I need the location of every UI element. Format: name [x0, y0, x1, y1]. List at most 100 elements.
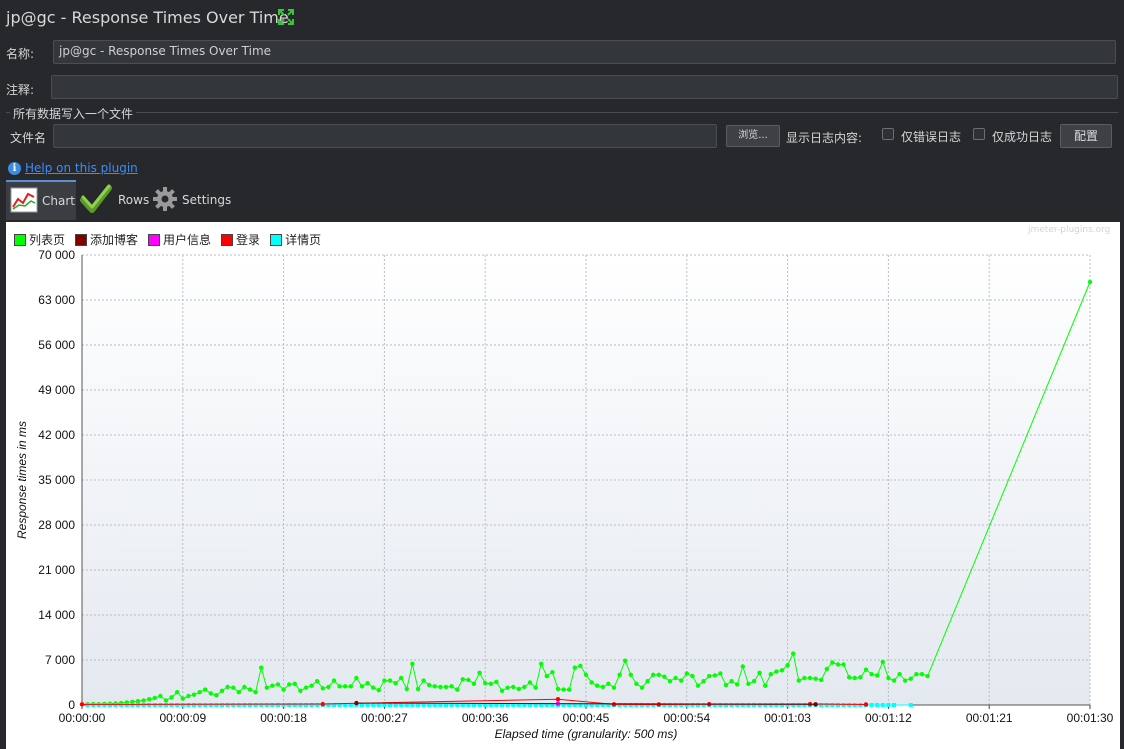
data-point	[248, 703, 252, 707]
data-point	[729, 679, 734, 684]
data-point	[387, 678, 393, 683]
data-point	[298, 688, 303, 694]
data-point	[724, 703, 728, 707]
data-point	[919, 671, 925, 677]
data-point	[494, 679, 499, 685]
data-point	[477, 670, 482, 676]
data-point	[203, 703, 208, 707]
data-point	[561, 687, 566, 692]
data-point	[869, 671, 874, 677]
data-point	[796, 678, 801, 683]
x-tick-label: 00:00:45	[563, 711, 610, 725]
data-point	[197, 703, 202, 707]
data-point	[460, 677, 465, 682]
data-point	[337, 684, 342, 689]
data-point	[539, 661, 544, 667]
data-point	[96, 703, 101, 707]
data-point	[656, 702, 661, 707]
data-point	[555, 686, 561, 692]
data-point	[807, 675, 813, 681]
data-point	[841, 703, 846, 707]
data-point	[740, 664, 745, 669]
data-point	[623, 658, 628, 663]
x-tick-label: 00:01:30	[1067, 711, 1114, 725]
data-point	[863, 667, 869, 672]
data-point	[533, 685, 538, 690]
data-point	[567, 687, 572, 692]
data-point	[287, 682, 292, 687]
data-point	[102, 703, 107, 707]
data-point	[779, 668, 785, 673]
data-point	[79, 702, 85, 707]
data-point	[791, 651, 796, 656]
data-point	[135, 698, 141, 704]
data-point	[880, 703, 885, 707]
data-point	[225, 703, 230, 707]
data-point	[483, 680, 488, 686]
data-point	[830, 703, 835, 707]
data-point	[735, 703, 740, 707]
data-point	[186, 693, 191, 699]
data-point	[309, 683, 314, 688]
data-point	[275, 682, 281, 687]
data-point	[175, 703, 180, 707]
x-tick-label: 00:00:09	[159, 711, 206, 725]
y-axis-label: Response times in ms	[15, 421, 29, 539]
data-point	[152, 695, 157, 701]
data-point	[203, 687, 208, 692]
data-point	[214, 693, 219, 698]
data-point	[180, 696, 185, 701]
data-point	[427, 682, 432, 688]
data-point	[746, 703, 751, 707]
data-point	[438, 684, 443, 690]
data-point	[645, 679, 650, 684]
data-point	[432, 684, 437, 689]
data-point	[147, 697, 152, 702]
data-point	[85, 703, 90, 707]
data-point	[729, 703, 734, 707]
data-point	[410, 661, 415, 667]
data-point	[751, 679, 757, 684]
data-point	[108, 703, 112, 707]
data-point	[192, 703, 196, 707]
data-point	[516, 686, 521, 692]
data-point	[158, 693, 163, 699]
data-point	[695, 683, 701, 688]
data-point	[852, 703, 857, 707]
data-point	[718, 671, 723, 676]
data-point	[499, 688, 505, 694]
data-point	[707, 673, 712, 679]
y-tick-label: 35 000	[38, 473, 75, 487]
data-point	[802, 675, 807, 681]
data-point	[343, 684, 348, 689]
data-point	[852, 675, 857, 681]
data-point	[147, 703, 152, 707]
data-point	[214, 703, 219, 707]
data-point	[91, 703, 96, 707]
data-point	[208, 691, 213, 696]
data-point	[746, 681, 751, 686]
data-point	[186, 703, 191, 707]
data-point	[208, 703, 213, 707]
x-tick-label: 00:00:36	[462, 711, 509, 725]
data-point	[152, 703, 157, 707]
data-point	[718, 703, 723, 707]
data-point	[449, 684, 454, 689]
y-tick-label: 49 000	[38, 383, 75, 397]
y-tick-label: 56 000	[38, 338, 75, 352]
data-point	[365, 680, 370, 686]
data-point	[908, 703, 913, 707]
data-point	[488, 681, 493, 686]
data-point	[511, 684, 516, 690]
data-point	[667, 679, 673, 684]
data-point	[690, 673, 695, 679]
data-point	[141, 698, 146, 703]
x-tick-label: 00:00:00	[59, 711, 106, 725]
data-point	[264, 685, 269, 690]
data-point	[180, 703, 185, 707]
x-axis-label: Elapsed time (granularity: 500 ms)	[495, 727, 678, 741]
data-point	[617, 672, 622, 677]
data-point	[774, 669, 779, 674]
data-point	[141, 703, 146, 707]
data-point	[471, 681, 477, 686]
